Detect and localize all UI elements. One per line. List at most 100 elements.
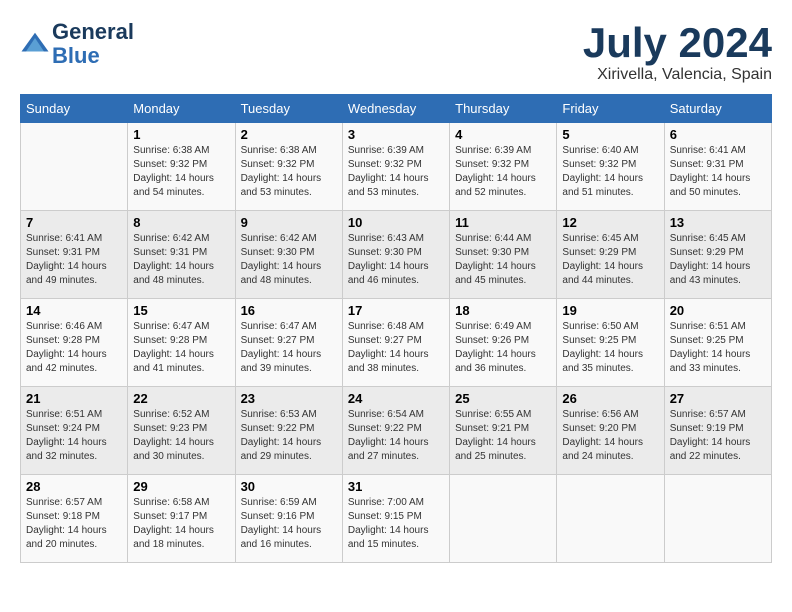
day-number: 15 bbox=[133, 303, 229, 318]
cell-sun-info: Sunrise: 6:57 AMSunset: 9:18 PMDaylight:… bbox=[26, 496, 122, 552]
cell-sun-info: Sunrise: 6:51 AMSunset: 9:24 PMDaylight:… bbox=[26, 408, 122, 464]
cell-sun-info: Sunrise: 6:38 AMSunset: 9:32 PMDaylight:… bbox=[241, 144, 337, 200]
day-number: 12 bbox=[562, 215, 658, 230]
day-number: 31 bbox=[348, 479, 444, 494]
cell-sun-info: Sunrise: 6:51 AMSunset: 9:25 PMDaylight:… bbox=[670, 320, 766, 376]
calendar-body: 1 Sunrise: 6:38 AMSunset: 9:32 PMDaylight… bbox=[21, 123, 772, 563]
calendar-cell: 22 Sunrise: 6:52 AMSunset: 9:23 PMDayligh… bbox=[128, 387, 235, 475]
weekday-header-wednesday: Wednesday bbox=[342, 95, 449, 123]
location: Xirivella, Valencia, Spain bbox=[583, 66, 772, 84]
calendar-cell: 3 Sunrise: 6:39 AMSunset: 9:32 PMDaylight… bbox=[342, 123, 449, 211]
day-number: 16 bbox=[241, 303, 337, 318]
cell-sun-info: Sunrise: 6:56 AMSunset: 9:20 PMDaylight:… bbox=[562, 408, 658, 464]
logo-icon bbox=[20, 29, 50, 59]
calendar-cell: 18 Sunrise: 6:49 AMSunset: 9:26 PMDayligh… bbox=[450, 299, 557, 387]
day-number: 29 bbox=[133, 479, 229, 494]
calendar-cell: 29 Sunrise: 6:58 AMSunset: 9:17 PMDayligh… bbox=[128, 475, 235, 563]
cell-sun-info: Sunrise: 6:44 AMSunset: 9:30 PMDaylight:… bbox=[455, 232, 551, 288]
day-number: 22 bbox=[133, 391, 229, 406]
calendar-cell: 8 Sunrise: 6:42 AMSunset: 9:31 PMDaylight… bbox=[128, 211, 235, 299]
page-header: General Blue July 2024 Xirivella, Valenc… bbox=[20, 20, 772, 84]
calendar-cell: 19Sunrise: 6:50 AMSunset: 9:25 PMDayligh… bbox=[557, 299, 664, 387]
day-number: 1 bbox=[133, 127, 229, 142]
calendar-cell: 21Sunrise: 6:51 AMSunset: 9:24 PMDayligh… bbox=[21, 387, 128, 475]
day-number: 26 bbox=[562, 391, 658, 406]
calendar-cell: 16 Sunrise: 6:47 AMSunset: 9:27 PMDayligh… bbox=[235, 299, 342, 387]
title-block: July 2024 Xirivella, Valencia, Spain bbox=[583, 20, 772, 84]
calendar-cell: 24 Sunrise: 6:54 AMSunset: 9:22 PMDayligh… bbox=[342, 387, 449, 475]
logo-general: General bbox=[52, 19, 134, 44]
day-number: 8 bbox=[133, 215, 229, 230]
day-number: 9 bbox=[241, 215, 337, 230]
day-number: 18 bbox=[455, 303, 551, 318]
cell-sun-info: Sunrise: 6:41 AMSunset: 9:31 PMDaylight:… bbox=[670, 144, 766, 200]
cell-sun-info: Sunrise: 6:39 AMSunset: 9:32 PMDaylight:… bbox=[348, 144, 444, 200]
day-number: 3 bbox=[348, 127, 444, 142]
weekday-header-monday: Monday bbox=[128, 95, 235, 123]
calendar-row-3: 14Sunrise: 6:46 AMSunset: 9:28 PMDayligh… bbox=[21, 299, 772, 387]
calendar-cell: 11 Sunrise: 6:44 AMSunset: 9:30 PMDayligh… bbox=[450, 211, 557, 299]
calendar-cell: 1 Sunrise: 6:38 AMSunset: 9:32 PMDaylight… bbox=[128, 123, 235, 211]
cell-sun-info: Sunrise: 6:57 AMSunset: 9:19 PMDaylight:… bbox=[670, 408, 766, 464]
weekday-header-sunday: Sunday bbox=[21, 95, 128, 123]
cell-sun-info: Sunrise: 6:59 AMSunset: 9:16 PMDaylight:… bbox=[241, 496, 337, 552]
calendar-cell: 14Sunrise: 6:46 AMSunset: 9:28 PMDayligh… bbox=[21, 299, 128, 387]
calendar-row-1: 1 Sunrise: 6:38 AMSunset: 9:32 PMDaylight… bbox=[21, 123, 772, 211]
day-number: 27 bbox=[670, 391, 766, 406]
calendar-cell: 12 Sunrise: 6:45 AMSunset: 9:29 PMDayligh… bbox=[557, 211, 664, 299]
cell-sun-info: Sunrise: 6:43 AMSunset: 9:30 PMDaylight:… bbox=[348, 232, 444, 288]
calendar-cell bbox=[557, 475, 664, 563]
calendar-cell bbox=[21, 123, 128, 211]
cell-sun-info: Sunrise: 6:53 AMSunset: 9:22 PMDaylight:… bbox=[241, 408, 337, 464]
cell-sun-info: Sunrise: 6:45 AMSunset: 9:29 PMDaylight:… bbox=[670, 232, 766, 288]
cell-sun-info: Sunrise: 6:42 AMSunset: 9:31 PMDaylight:… bbox=[133, 232, 229, 288]
day-number: 13 bbox=[670, 215, 766, 230]
calendar-cell: 2Sunrise: 6:38 AMSunset: 9:32 PMDaylight… bbox=[235, 123, 342, 211]
month-title: July 2024 bbox=[583, 20, 772, 66]
day-number: 25 bbox=[455, 391, 551, 406]
logo: General Blue bbox=[20, 20, 134, 68]
calendar-cell: 9 Sunrise: 6:42 AMSunset: 9:30 PMDaylight… bbox=[235, 211, 342, 299]
calendar-cell: 23Sunrise: 6:53 AMSunset: 9:22 PMDayligh… bbox=[235, 387, 342, 475]
calendar-cell: 6Sunrise: 6:41 AMSunset: 9:31 PMDaylight… bbox=[664, 123, 771, 211]
calendar-cell: 7 Sunrise: 6:41 AMSunset: 9:31 PMDaylight… bbox=[21, 211, 128, 299]
cell-sun-info: Sunrise: 6:41 AMSunset: 9:31 PMDaylight:… bbox=[26, 232, 122, 288]
calendar-cell: 20 Sunrise: 6:51 AMSunset: 9:25 PMDayligh… bbox=[664, 299, 771, 387]
day-number: 17 bbox=[348, 303, 444, 318]
calendar-cell: 5 Sunrise: 6:40 AMSunset: 9:32 PMDaylight… bbox=[557, 123, 664, 211]
cell-sun-info: Sunrise: 6:42 AMSunset: 9:30 PMDaylight:… bbox=[241, 232, 337, 288]
calendar-table: SundayMondayTuesdayWednesdayThursdayFrid… bbox=[20, 94, 772, 563]
day-number: 5 bbox=[562, 127, 658, 142]
day-number: 11 bbox=[455, 215, 551, 230]
calendar-cell: 31Sunrise: 7:00 AMSunset: 9:15 PMDayligh… bbox=[342, 475, 449, 563]
calendar-cell: 13 Sunrise: 6:45 AMSunset: 9:29 PMDayligh… bbox=[664, 211, 771, 299]
day-number: 7 bbox=[26, 215, 122, 230]
weekday-header-tuesday: Tuesday bbox=[235, 95, 342, 123]
cell-sun-info: Sunrise: 6:40 AMSunset: 9:32 PMDaylight:… bbox=[562, 144, 658, 200]
cell-sun-info: Sunrise: 6:58 AMSunset: 9:17 PMDaylight:… bbox=[133, 496, 229, 552]
day-number: 24 bbox=[348, 391, 444, 406]
calendar-row-5: 28 Sunrise: 6:57 AMSunset: 9:18 PMDayligh… bbox=[21, 475, 772, 563]
cell-sun-info: Sunrise: 6:49 AMSunset: 9:26 PMDaylight:… bbox=[455, 320, 551, 376]
weekday-header-saturday: Saturday bbox=[664, 95, 771, 123]
calendar-cell: 26 Sunrise: 6:56 AMSunset: 9:20 PMDayligh… bbox=[557, 387, 664, 475]
calendar-cell: 4 Sunrise: 6:39 AMSunset: 9:32 PMDaylight… bbox=[450, 123, 557, 211]
calendar-cell: 10Sunrise: 6:43 AMSunset: 9:30 PMDayligh… bbox=[342, 211, 449, 299]
cell-sun-info: Sunrise: 6:47 AMSunset: 9:28 PMDaylight:… bbox=[133, 320, 229, 376]
day-number: 20 bbox=[670, 303, 766, 318]
cell-sun-info: Sunrise: 6:50 AMSunset: 9:25 PMDaylight:… bbox=[562, 320, 658, 376]
calendar-row-4: 21Sunrise: 6:51 AMSunset: 9:24 PMDayligh… bbox=[21, 387, 772, 475]
cell-sun-info: Sunrise: 6:52 AMSunset: 9:23 PMDaylight:… bbox=[133, 408, 229, 464]
day-number: 14 bbox=[26, 303, 122, 318]
calendar-cell: 27 Sunrise: 6:57 AMSunset: 9:19 PMDayligh… bbox=[664, 387, 771, 475]
cell-sun-info: Sunrise: 6:38 AMSunset: 9:32 PMDaylight:… bbox=[133, 144, 229, 200]
day-number: 30 bbox=[241, 479, 337, 494]
calendar-cell bbox=[450, 475, 557, 563]
cell-sun-info: Sunrise: 6:47 AMSunset: 9:27 PMDaylight:… bbox=[241, 320, 337, 376]
day-number: 28 bbox=[26, 479, 122, 494]
cell-sun-info: Sunrise: 6:45 AMSunset: 9:29 PMDaylight:… bbox=[562, 232, 658, 288]
cell-sun-info: Sunrise: 6:39 AMSunset: 9:32 PMDaylight:… bbox=[455, 144, 551, 200]
calendar-cell: 25Sunrise: 6:55 AMSunset: 9:21 PMDayligh… bbox=[450, 387, 557, 475]
day-number: 4 bbox=[455, 127, 551, 142]
cell-sun-info: Sunrise: 6:54 AMSunset: 9:22 PMDaylight:… bbox=[348, 408, 444, 464]
